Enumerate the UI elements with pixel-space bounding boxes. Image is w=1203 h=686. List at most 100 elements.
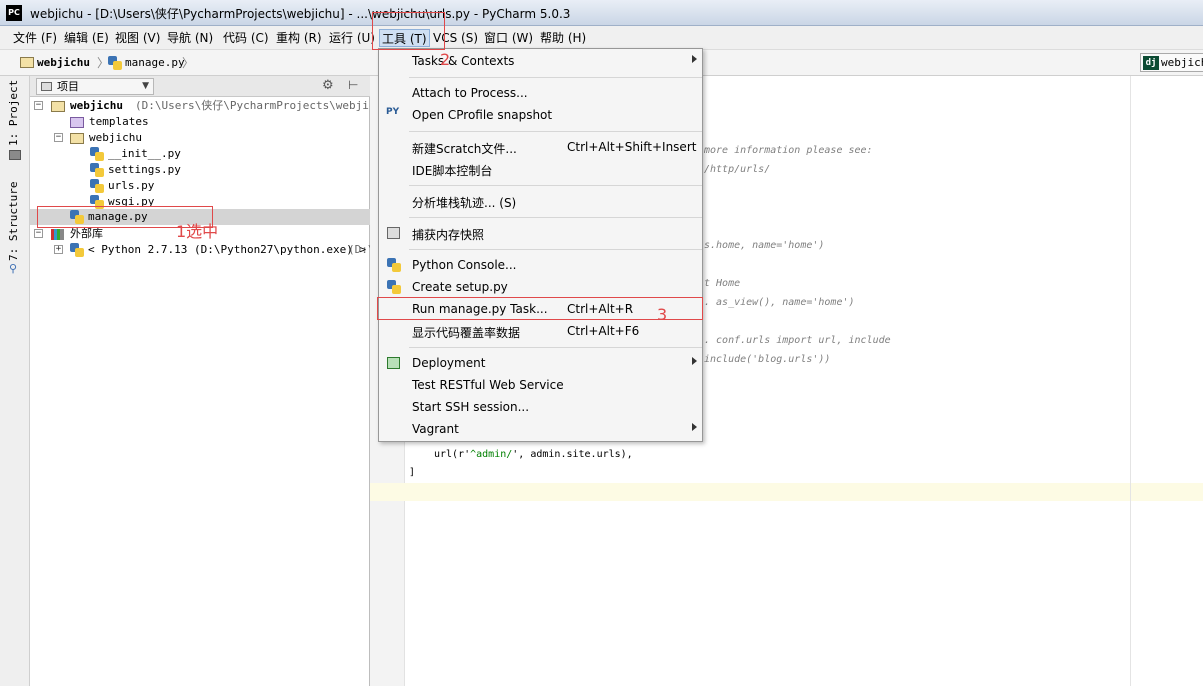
tree-label: webjichu	[89, 131, 142, 144]
python-sdk-icon	[70, 243, 84, 257]
menu-item-new-scratch[interactable]: 新建Scratch文件... Ctrl+Alt+Shift+Insert	[379, 137, 702, 157]
tools-dropdown-menu: Tasks & Contexts Attach to Process... PY…	[378, 48, 703, 442]
menu-item-show-coverage[interactable]: 显示代码覆盖率数据 Ctrl+Alt+F6	[379, 321, 702, 341]
menu-item-open-cprofile[interactable]: PY Open CProfile snapshot	[379, 105, 702, 125]
menu-separator	[409, 249, 702, 250]
collapse-icon[interactable]: ⊢	[348, 78, 358, 92]
menu-item-create-setup[interactable]: Create setup.py	[379, 277, 702, 297]
menu-separator	[409, 77, 702, 78]
menu-item-memory-snapshot[interactable]: 捕获内存快照	[379, 223, 702, 243]
collapse-toggle-icon[interactable]: −	[34, 101, 43, 110]
menu-item-python-console[interactable]: Python Console...	[379, 255, 702, 275]
menu-item-start-ssh[interactable]: Start SSH session...	[379, 397, 702, 417]
annotation-box-tools-menu	[372, 12, 445, 50]
gear-icon[interactable]: ⚙	[322, 78, 334, 93]
menu-separator	[409, 185, 702, 186]
menu-code[interactable]: 代码 (C)	[221, 29, 271, 47]
folder-icon	[20, 57, 34, 68]
menu-item-label: Python Console...	[412, 258, 517, 272]
tree-row-python-sdk[interactable]: + < Python 2.7.13 (D:\Python27\python.ex…	[30, 242, 375, 258]
menu-item-tasks-contexts[interactable]: Tasks & Contexts	[379, 51, 702, 71]
menu-item-analyze-stacktrace[interactable]: 分析堆栈轨迹... (S)	[379, 191, 702, 211]
menu-item-attach-process[interactable]: Attach to Process...	[379, 83, 702, 103]
memory-snapshot-icon	[387, 227, 400, 239]
window-title: webjichu - [D:\Users\侠仔\PycharmProjects\…	[30, 7, 571, 21]
code-token: url(r'	[434, 449, 471, 460]
template-folder-icon	[70, 117, 84, 128]
tree-label: < Python 2.7.13 (D:\Python27\python.exe)…	[88, 243, 367, 256]
menu-item-vagrant[interactable]: Vagrant	[379, 419, 702, 439]
project-panel-header: 项目 ▼ ⚙ ⊢	[30, 76, 370, 97]
tree-label: 外部库	[70, 227, 103, 240]
menu-window[interactable]: 窗口 (W)	[482, 29, 535, 47]
menu-item-test-restful[interactable]: Test RESTful Web Service	[379, 375, 702, 395]
collapse-toggle-icon[interactable]: −	[34, 229, 43, 238]
menu-separator	[409, 347, 702, 348]
menu-view[interactable]: 视图 (V)	[113, 29, 162, 47]
tree-label: __init__.py	[108, 147, 181, 160]
code-fragment: s.home, name='home')	[704, 240, 825, 251]
menu-item-deployment[interactable]: Deployment	[379, 353, 702, 373]
project-tool-tab[interactable]: 1: Project	[7, 80, 20, 146]
menu-item-shortcut: Ctrl+Alt+F6	[567, 324, 640, 338]
breadcrumb-project[interactable]: webjichu	[37, 55, 90, 71]
project-view-icon	[41, 82, 52, 91]
structure-tool-tab[interactable]: 7: Structure	[7, 182, 20, 261]
code-fragment: . as_view(), name='home')	[704, 297, 855, 308]
tree-row-project-root[interactable]: − webjichu (D:\Users\侠仔\PycharmProjects\…	[30, 98, 395, 114]
menu-navigate[interactable]: 导航 (N)	[165, 29, 215, 47]
code-closing-bracket: ]	[409, 467, 416, 478]
code-fragment: t Home	[704, 278, 741, 289]
menu-item-label: 新建Scratch文件...	[412, 142, 517, 156]
menu-item-label: 显示代码覆盖率数据	[412, 326, 521, 340]
tree-path: (D:\Users\侠仔\PycharmProjects\webjichu)	[135, 99, 396, 112]
submenu-arrow-icon	[692, 423, 697, 431]
menu-item-label: Test RESTful Web Service	[412, 378, 564, 392]
menu-file[interactable]: 文件 (F)	[11, 29, 59, 47]
code-token: ', admin.site.urls),	[512, 449, 633, 460]
expand-toggle-icon[interactable]: +	[54, 245, 63, 254]
collapse-toggle-icon[interactable]: −	[54, 133, 63, 142]
run-config-selector[interactable]: djwebjichu	[1140, 53, 1203, 72]
tree-row-init[interactable]: __init__.py	[30, 146, 370, 162]
menu-item-label: 分析堆栈轨迹... (S)	[412, 196, 517, 210]
dropdown-arrow-icon: ▼	[142, 81, 149, 91]
package-folder-icon	[70, 133, 84, 144]
project-view-selector[interactable]: 项目 ▼	[36, 78, 154, 95]
breadcrumb-separator-icon: 〉	[182, 56, 195, 70]
menu-item-label: 捕获内存快照	[412, 228, 485, 242]
python-icon	[386, 279, 402, 295]
project-panel: 项目 ▼ ⚙ ⊢ − webjichu (D:\Users\侠仔\Pycharm…	[30, 76, 395, 686]
tree-row-templates[interactable]: templates	[30, 114, 370, 130]
menu-refactor[interactable]: 重构 (R)	[274, 29, 324, 47]
menu-bar: 文件 (F) 编辑 (E) 视图 (V) 导航 (N) 代码 (C) 重构 (R…	[0, 26, 1203, 50]
python-file-icon	[108, 56, 122, 70]
menu-run[interactable]: 运行 (U)	[327, 29, 377, 47]
tree-label: urls.py	[108, 179, 155, 192]
tree-row-urls[interactable]: urls.py	[30, 178, 370, 194]
menu-help[interactable]: 帮助 (H)	[538, 29, 588, 47]
menu-edit[interactable]: 编辑 (E)	[62, 29, 111, 47]
tree-row-settings[interactable]: settings.py	[30, 162, 370, 178]
title-bar: PC webjichu - [D:\Users\侠仔\PycharmProjec…	[0, 0, 1203, 26]
project-view-label: 项目	[57, 80, 79, 93]
menu-item-ide-script-console[interactable]: IDE脚本控制台	[379, 159, 702, 179]
breadcrumb-file[interactable]: manage.py	[125, 55, 185, 71]
menu-item-label: Attach to Process...	[412, 86, 528, 100]
python-file-icon	[90, 163, 104, 177]
menu-item-label: Deployment	[412, 356, 486, 370]
left-tool-strip: 1: Project 7: Structure ⚲	[0, 76, 30, 686]
pycharm-app-icon: PC	[6, 5, 22, 21]
python-file-icon	[90, 147, 104, 161]
menu-item-label: Open CProfile snapshot	[412, 108, 553, 122]
tree-row-webjichu[interactable]: − webjichu	[30, 130, 370, 146]
menu-separator	[409, 217, 702, 218]
code-fragment: . conf.urls import url, include	[704, 335, 891, 346]
python-file-icon	[90, 179, 104, 193]
menu-separator	[409, 131, 702, 132]
code-fragment: include('blog.urls'))	[704, 354, 831, 365]
python-icon	[386, 257, 402, 273]
structure-tab-icon: ⚲	[9, 262, 18, 275]
current-line-highlight	[370, 483, 1203, 501]
run-config-label: webjichu	[1161, 56, 1203, 69]
